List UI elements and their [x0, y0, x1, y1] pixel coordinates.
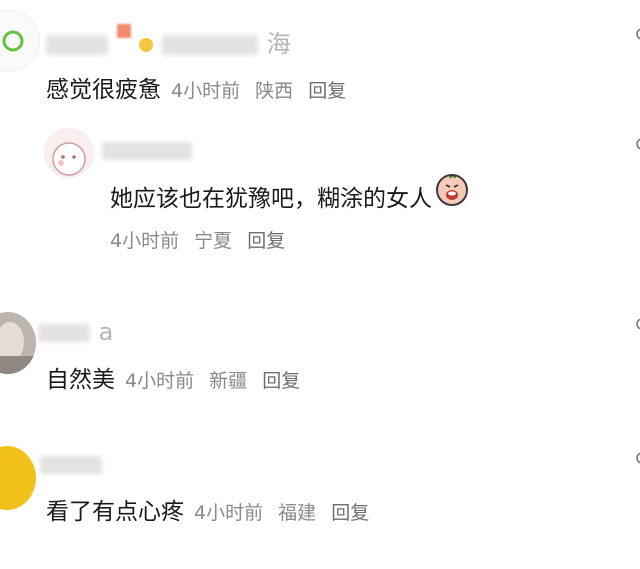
comment-location: 宁夏	[194, 230, 233, 252]
username-badge-icon	[139, 38, 154, 52]
crying-face-emoji	[436, 174, 468, 206]
comment-time: 4小时前	[194, 502, 264, 524]
photo-avatar-icon	[0, 312, 36, 374]
username-blur	[38, 324, 90, 342]
comment-location: 陕西	[255, 80, 294, 102]
avatar[interactable]	[44, 128, 94, 178]
username-blur	[161, 35, 258, 55]
app-logo-icon	[2, 30, 24, 52]
comment-location: 新疆	[209, 370, 248, 392]
comment-time: 4小时前	[125, 370, 195, 392]
comment-row: 她应该也在犹豫吧，糊涂的女人	[110, 174, 468, 213]
avatar[interactable]	[0, 10, 40, 72]
like-icon[interactable]	[634, 452, 640, 464]
avatar[interactable]	[0, 446, 36, 510]
comment-text: 自然美	[46, 367, 115, 393]
username-blur	[40, 456, 102, 474]
reply-button[interactable]: 回复	[331, 502, 369, 524]
username-blur	[102, 142, 192, 160]
comment-time: 4小时前	[171, 80, 241, 102]
comment-row: 看了有点心疼 4小时前 福建 回复	[46, 492, 378, 526]
comment-meta: 4小时前 陕西 回复	[171, 76, 355, 103]
comment-meta: 4小时前 新疆 回复	[125, 366, 309, 393]
reply-button[interactable]: 回复	[247, 230, 285, 252]
like-icon[interactable]	[634, 28, 640, 40]
username[interactable]: 海	[46, 24, 292, 59]
username[interactable]	[40, 450, 102, 478]
like-icon[interactable]	[634, 138, 640, 150]
comment-meta: 4小时前 福建 回复	[194, 498, 378, 525]
username-visible-text: 海	[266, 30, 292, 58]
comment-meta: 4小时前 宁夏 回复	[110, 226, 294, 253]
comment-row: 自然美 4小时前 新疆 回复	[46, 360, 309, 394]
cartoon-avatar-icon	[52, 142, 86, 176]
reply-button[interactable]: 回复	[308, 80, 346, 102]
like-icon[interactable]	[634, 318, 640, 330]
comment-location: 福建	[278, 502, 317, 524]
comment-time: 4小时前	[110, 230, 180, 252]
avatar[interactable]	[0, 312, 36, 374]
comment-row: 感觉很疲惫 4小时前 陕西 回复	[46, 70, 355, 104]
username-badge-icon	[116, 24, 131, 38]
username[interactable]	[102, 136, 192, 164]
comment-text: 她应该也在犹豫吧，糊涂的女人	[110, 186, 432, 212]
comment-text: 感觉很疲惫	[46, 77, 161, 103]
username[interactable]: a	[38, 318, 114, 346]
username-visible-text: a	[98, 318, 115, 346]
username-blur	[46, 35, 108, 55]
comment-text: 看了有点心疼	[46, 499, 184, 525]
reply-button[interactable]: 回复	[262, 370, 300, 392]
